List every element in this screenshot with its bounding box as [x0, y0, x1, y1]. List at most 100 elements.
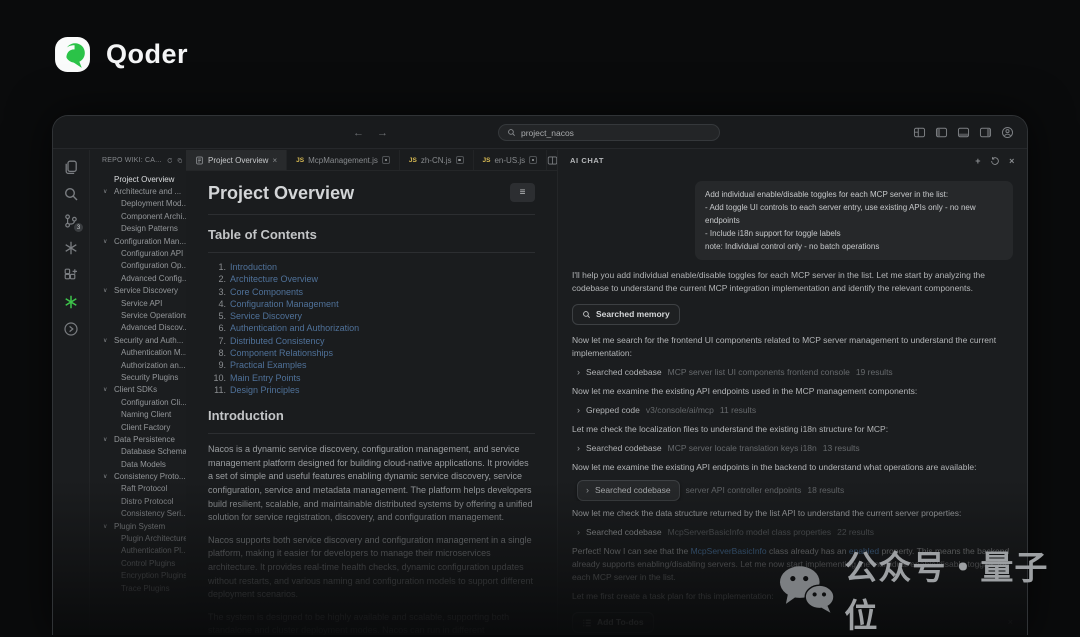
modified-indicator[interactable] [455, 156, 464, 164]
search-icon [583, 311, 590, 318]
toggle-right-panel-icon[interactable] [979, 126, 992, 139]
split-editor-icon[interactable] [547, 155, 558, 166]
history-icon[interactable] [990, 156, 1000, 166]
tree-item[interactable]: ∨ Deployment Mod... [90, 198, 186, 210]
chevron-down-icon: ∨ [103, 474, 108, 481]
toc-item: 8. Component Relationships [208, 347, 535, 359]
extensions-icon[interactable] [63, 267, 79, 283]
tree-item[interactable]: ∨ Configuration API [90, 247, 186, 259]
add-todos-chip[interactable]: Add To-dos [572, 612, 654, 633]
nav-forward-icon[interactable]: → [377, 127, 388, 139]
tree-item[interactable]: ∨ Naming Client [90, 408, 186, 420]
tree-item[interactable]: ∨ Authorization an... [90, 359, 186, 371]
toc-link[interactable]: Distributed Consistency [230, 335, 325, 347]
toc-link[interactable]: Practical Examples [230, 359, 307, 371]
toc-link[interactable]: Architecture Overview [230, 273, 318, 285]
searched-memory-chip[interactable]: Searched memory [572, 304, 680, 325]
run-panel-icon[interactable] [63, 321, 79, 337]
tool-call-row[interactable]: › Grepped code v3/console/ai/mcp 11 resu… [572, 404, 1013, 417]
tree-item-label: Component Archi... [121, 211, 186, 221]
tree-item[interactable]: ∨ Distro Protocol [90, 495, 186, 507]
chevron-down-icon: ∨ [103, 337, 108, 344]
chevron-down-icon: ∨ [103, 523, 108, 530]
tree-item[interactable]: ∨ Configuration Op... [90, 260, 186, 272]
modified-indicator[interactable] [529, 156, 538, 164]
tree-item[interactable]: ∨ Service Operations [90, 309, 186, 321]
wechat-icon [779, 566, 835, 613]
tree-item[interactable]: ∨ Architecture and ... [90, 185, 186, 197]
tree-item[interactable]: ∨ Consistency Proto... [90, 470, 186, 482]
source-control-badge: 3 [74, 223, 83, 232]
user-message-line: Add individual enable/disable toggles fo… [705, 190, 949, 199]
command-search-input[interactable]: project_nacos [498, 124, 720, 141]
search-panel-icon[interactable] [63, 186, 79, 202]
tree-item[interactable]: ∨ Authentication M... [90, 346, 186, 358]
toc-link[interactable]: Main Entry Points [230, 372, 301, 384]
outline-menu-button[interactable]: ≡ [510, 183, 535, 202]
toc-link[interactable]: Service Discovery [230, 310, 302, 322]
assistant-paragraph: Now let me search for the frontend UI co… [572, 335, 997, 358]
tree-item[interactable]: ∨ Component Archi... [90, 210, 186, 222]
tool-call-row[interactable]: › Searched codebase MCP server locale tr… [572, 442, 1013, 455]
tree-item[interactable]: ∨ Design Patterns [90, 223, 186, 235]
toc-item: 4. Configuration Management [208, 298, 535, 310]
tree-item[interactable]: ∨ Control Plugins [90, 557, 186, 569]
toc-link[interactable]: Core Components [230, 286, 303, 298]
editor-tab[interactable]: JS en-US.js × [474, 150, 548, 170]
user-message-line: - Add toggle UI controls to each server … [705, 203, 976, 225]
tree-item[interactable]: ∨ Configuration Cli... [90, 396, 186, 408]
toc-link[interactable]: Configuration Management [230, 298, 339, 310]
tree-item[interactable]: ∨ Project Overview [90, 173, 186, 185]
tool-call-row[interactable]: › Searched codebase MCP server list UI c… [572, 366, 1013, 379]
close-chat-icon[interactable]: × [1009, 156, 1015, 166]
tree-item[interactable]: ∨ Advanced Config... [90, 272, 186, 284]
toc-link[interactable]: Introduction [230, 261, 277, 273]
tree-item[interactable]: ∨ Security and Auth... [90, 334, 186, 346]
assistant-paragraph: Now let me examine the existing API endp… [572, 386, 918, 396]
tree-item[interactable]: ∨ Raft Protocol [90, 483, 186, 495]
account-icon[interactable] [1001, 126, 1014, 139]
source-control-icon[interactable]: 3 [63, 213, 83, 232]
tool-call-row-active[interactable]: › Searched codebase server API controlle… [572, 480, 1013, 501]
tree-item[interactable]: ∨ Plugin System [90, 520, 186, 532]
close-icon[interactable]: × [272, 156, 277, 165]
tree-item[interactable]: ∨ Advanced Discov... [90, 322, 186, 334]
toc-link[interactable]: Authentication and Authorization [230, 322, 359, 334]
explorer-icon[interactable] [63, 159, 79, 175]
qoder-ai-icon[interactable] [63, 294, 79, 310]
tree-item[interactable]: ∨ Consistency Seri... [90, 508, 186, 520]
quest-icon[interactable] [63, 240, 79, 256]
customize-layout-icon[interactable] [913, 126, 926, 139]
tree-item[interactable]: ∨ Client Factory [90, 421, 186, 433]
tree-item[interactable]: ∨ Encryption Plugins [90, 570, 186, 582]
copy-icon[interactable] [177, 156, 183, 165]
toggle-bottom-panel-icon[interactable] [957, 126, 970, 139]
tree-item[interactable]: ∨ Client SDKs [90, 384, 186, 396]
modified-indicator[interactable] [381, 156, 390, 164]
toc-link[interactable]: Component Relationships [230, 347, 333, 359]
tree-item[interactable]: ∨ Trace Plugins [90, 582, 186, 594]
tree-item[interactable]: ∨ Data Persistence [90, 433, 186, 445]
toc-link[interactable]: Design Principles [230, 384, 300, 396]
assistant-paragraph: Now let me check the data structure retu… [572, 508, 962, 518]
refresh-icon[interactable] [167, 156, 173, 165]
toggle-left-panel-icon[interactable] [935, 126, 948, 139]
tree-item[interactable]: ∨ Configuration Man... [90, 235, 186, 247]
new-chat-icon[interactable]: + [975, 156, 981, 166]
editor-tab[interactable]: JS McpManagement.js × [287, 150, 400, 170]
tree-item[interactable]: ∨ Database Schema [90, 446, 186, 458]
code-link[interactable]: McpServerBasicInfo [691, 546, 767, 556]
intro-paragraph-3: The system is designed to be highly avai… [208, 611, 510, 635]
chevron-right-icon: › [577, 443, 580, 453]
tree-item[interactable]: ∨ Plugin Architecture [90, 532, 186, 544]
tool-call-row[interactable]: › Searched codebase McpServerBasicInfo m… [572, 526, 1013, 539]
tree-item[interactable]: ∨ Service API [90, 297, 186, 309]
tree-item[interactable]: ∨ Data Models [90, 458, 186, 470]
nav-back-icon[interactable]: ← [353, 127, 364, 139]
tree-item[interactable]: ∨ Service Discovery [90, 285, 186, 297]
tool-query: MCP server locale translation keys i18n [667, 443, 817, 453]
tree-item[interactable]: ∨ Security Plugins [90, 371, 186, 383]
tree-item[interactable]: ∨ Authentication Pl... [90, 545, 186, 557]
editor-tab[interactable]: JS Project Overview × [186, 150, 288, 170]
editor-tab[interactable]: JS zh-CN.js × [400, 150, 474, 170]
